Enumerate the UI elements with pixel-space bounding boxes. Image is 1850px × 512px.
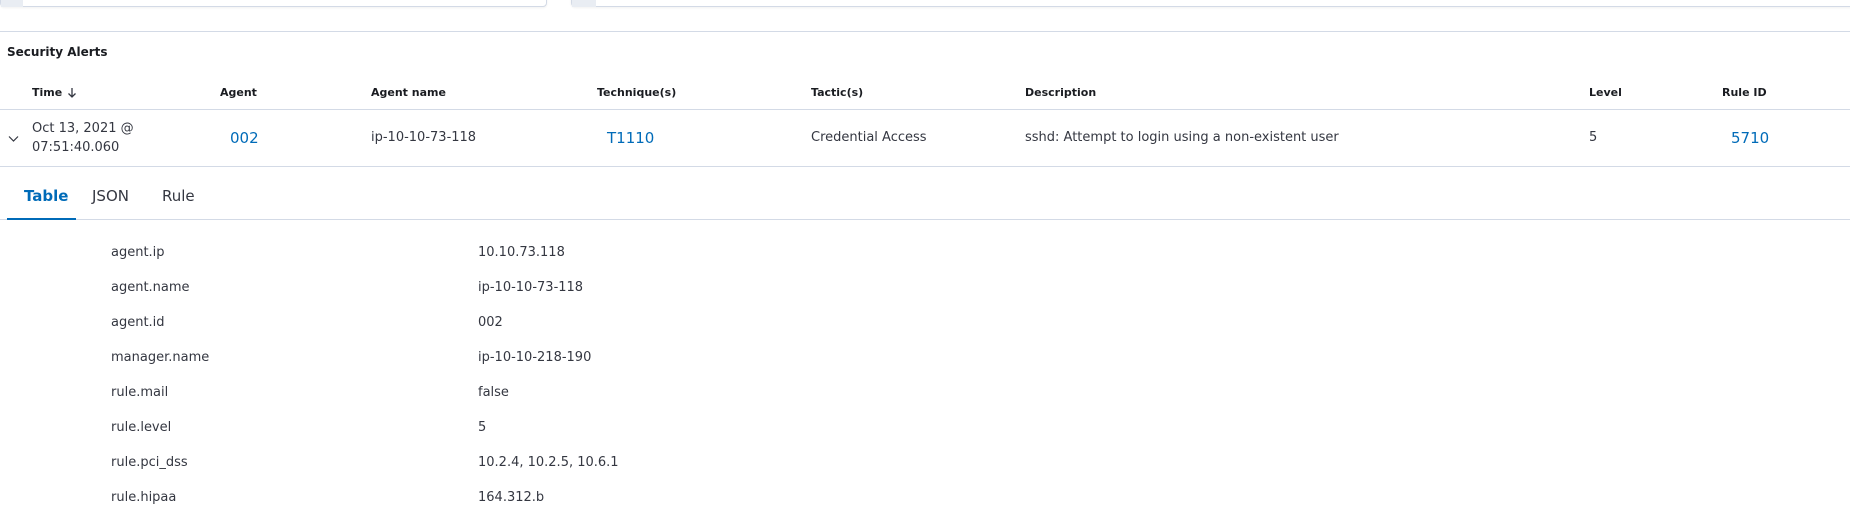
detail-key: agent.id: [111, 315, 165, 330]
top-filter-strip: [0, 0, 1850, 32]
detail-key: manager.name: [111, 350, 210, 365]
detail-value: 10.2.4, 10.2.5, 10.6.1: [478, 455, 619, 470]
arrow-down-icon: [68, 87, 77, 98]
detail-value: false: [478, 385, 509, 400]
panel-handle: [572, 0, 596, 7]
detail-row: manager.name ip-10-10-218-190: [0, 342, 1850, 377]
column-header-level[interactable]: Level: [1589, 86, 1622, 99]
detail-value: 5: [478, 420, 487, 435]
detail-value: 164.312.b: [478, 490, 545, 505]
table-row[interactable]: Oct 13, 2021 @ 07:51:40.060 002 ip-10-10…: [0, 110, 1850, 167]
detail-value: ip-10-10-73-118: [478, 280, 584, 295]
detail-row: agent.id 002: [0, 307, 1850, 342]
tab-table[interactable]: Table: [24, 187, 68, 205]
detail-value: 002: [478, 315, 503, 330]
column-header-agent[interactable]: Agent: [220, 86, 257, 99]
technique-link[interactable]: T1110: [607, 129, 654, 147]
chevron-down-icon: [8, 136, 18, 142]
column-header-agent-name[interactable]: Agent name: [371, 86, 446, 99]
description-cell: sshd: Attempt to login using a non-exist…: [1025, 130, 1339, 145]
detail-key: rule.mail: [111, 385, 169, 400]
tactic-cell: Credential Access: [811, 130, 927, 145]
detail-value: 10.10.73.118: [478, 245, 565, 260]
time-date: Oct 13, 2021 @: [32, 121, 134, 136]
column-header-techniques[interactable]: Technique(s): [597, 86, 676, 99]
column-header-tactics[interactable]: Tactic(s): [811, 86, 863, 99]
agent-name-cell: ip-10-10-73-118: [371, 130, 477, 145]
detail-key: agent.name: [111, 280, 190, 295]
tab-rule[interactable]: Rule: [162, 187, 195, 205]
detail-row: rule.pci_dss 10.2.4, 10.2.5, 10.6.1: [0, 447, 1850, 482]
panel-handle: [1, 0, 23, 7]
detail-key: rule.level: [111, 420, 172, 435]
detail-row: rule.level 5: [0, 412, 1850, 447]
detail-value: ip-10-10-218-190: [478, 350, 592, 365]
column-header-description[interactable]: Description: [1025, 86, 1096, 99]
detail-key: agent.ip: [111, 245, 165, 260]
detail-row: rule.hipaa 164.312.b: [0, 482, 1850, 512]
detail-key: rule.hipaa: [111, 490, 177, 505]
top-left-panel[interactable]: [0, 0, 547, 7]
detail-row: rule.mail false: [0, 377, 1850, 412]
rule-id-link[interactable]: 5710: [1731, 129, 1769, 147]
level-cell: 5: [1589, 130, 1598, 145]
time-clock: 07:51:40.060: [32, 140, 120, 155]
expand-row-button[interactable]: [6, 132, 20, 146]
tab-json[interactable]: JSON: [92, 187, 129, 205]
detail-tabs: Table JSON Rule: [0, 175, 1850, 220]
section-title: Security Alerts: [7, 45, 108, 59]
detail-row: agent.ip 10.10.73.118: [0, 237, 1850, 272]
time-cell: Oct 13, 2021 @ 07:51:40.060: [32, 119, 172, 157]
detail-row: agent.name ip-10-10-73-118: [0, 272, 1850, 307]
column-header-time-label: Time: [32, 86, 63, 99]
active-tab-indicator: [7, 218, 76, 220]
agent-id-link[interactable]: 002: [230, 129, 259, 147]
column-header-rule-id[interactable]: Rule ID: [1722, 86, 1767, 99]
top-right-panel[interactable]: [571, 0, 1850, 7]
column-header-time[interactable]: Time: [32, 86, 77, 99]
detail-key: rule.pci_dss: [111, 455, 188, 470]
table-header-row: Time Agent Agent name Technique(s) Tacti…: [0, 82, 1850, 110]
